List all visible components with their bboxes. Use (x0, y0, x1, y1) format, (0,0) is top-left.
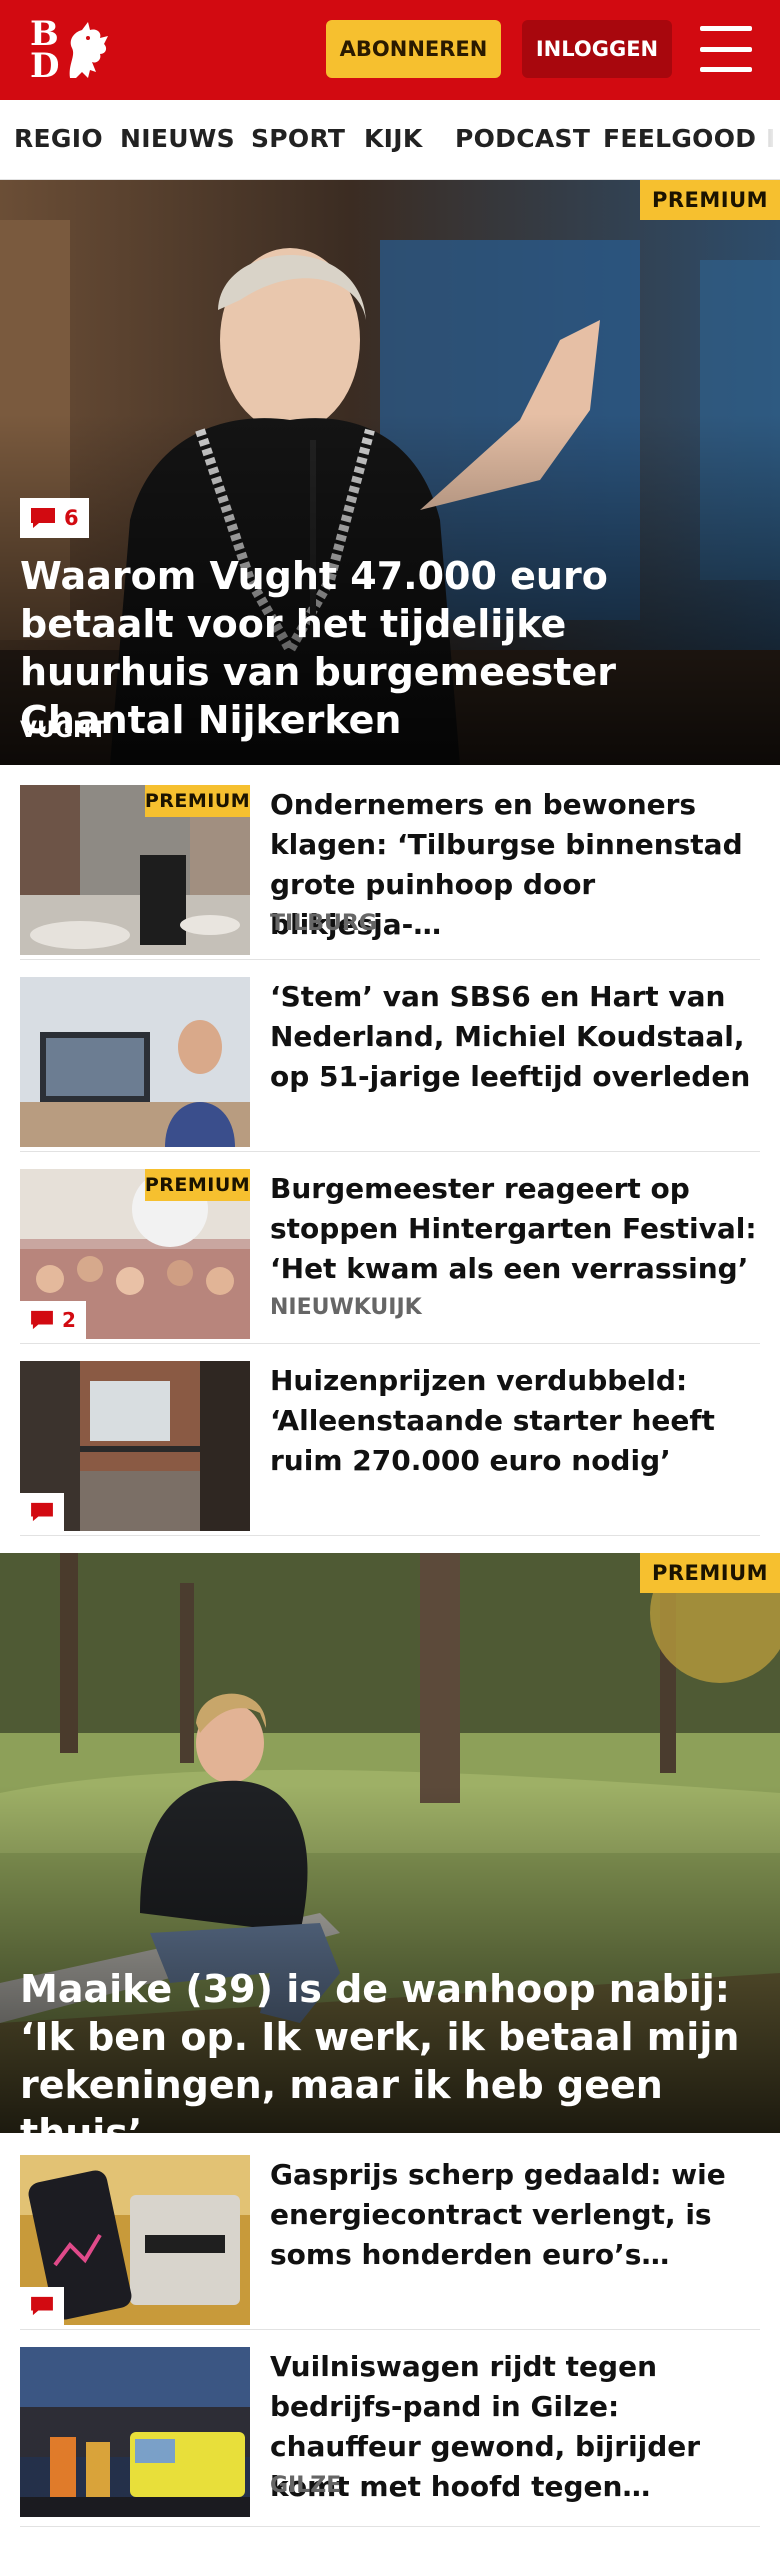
hero-title[interactable]: Waarom Vught 47.000 euro betaalt voor he… (20, 552, 760, 744)
premium-badge: PREMIUM (145, 1169, 250, 1201)
article-thumbnail (20, 1361, 250, 1531)
article-thumbnail: PREMIUM 2 (20, 1169, 250, 1339)
premium-badge: PREMIUM (145, 785, 250, 817)
premium-badge: PREMIUM (640, 1553, 780, 1593)
logo-letter-d: D (30, 46, 60, 86)
nav-item-feelgood[interactable]: FEELGOOD (603, 124, 756, 153)
hero-location-tag: VUGHT (20, 718, 107, 743)
article-thumbnail: PREMIUM (20, 785, 250, 955)
nav-item-regio[interactable]: REGIO (14, 124, 103, 153)
hero-title[interactable]: Maaike (39) is de wanhoop nabij: ‘Ik ben… (20, 1965, 760, 2133)
list-item[interactable]: Gasprijs scherp gedaald: wie energiecont… (20, 2155, 760, 2330)
section-nav: REGIO NIEUWS SPORT KIJK PODCAST FEELGOOD… (0, 100, 780, 180)
nav-item-kijk[interactable]: KIJK (364, 124, 423, 153)
article-title[interactable]: Huizenprijzen verdubbeld: ‘Alleenstaande… (270, 1361, 760, 1481)
list-item[interactable]: ‘Stem’ van SBS6 en Hart van Nederland, M… (20, 977, 760, 1152)
article-location-tag: NIEUWKUIJK (270, 1295, 422, 1320)
site-header: B D ABONNEREN INLOGGEN (0, 0, 780, 100)
comment-count-value: 2 (62, 1308, 76, 1332)
article-thumbnail (20, 2155, 250, 2325)
list-item[interactable]: PREMIUM 2 Burgemeester reageert op stopp… (20, 1169, 760, 1344)
nav-fade (752, 100, 780, 179)
article-thumbnail (20, 2347, 250, 2517)
comment-icon (31, 2296, 53, 2316)
article-location-tag: GILZE (270, 2473, 342, 2498)
article-title[interactable]: Gasprijs scherp gedaald: wie energiecont… (270, 2155, 760, 2275)
list-item[interactable]: Huizenprijzen verdubbeld: ‘Alleenstaande… (20, 1361, 760, 1536)
hero-article-2[interactable]: PREMIUM Maaike (39) is de wanhoop nabij:… (0, 1553, 780, 2133)
hamburger-menu-icon[interactable] (700, 26, 752, 72)
article-title[interactable]: Burgemeester reageert op stoppen Hinterg… (270, 1169, 760, 1289)
article-location-tag: TILBURG (270, 911, 377, 936)
hero-article-1[interactable]: PREMIUM 6 Waarom Vught 47.000 euro betaa… (0, 180, 780, 765)
premium-badge: PREMIUM (640, 180, 780, 220)
comment-count[interactable] (20, 2287, 64, 2325)
comment-count-value: 6 (64, 506, 79, 530)
comment-count[interactable]: 2 (20, 1301, 86, 1339)
list-item[interactable]: PREMIUM Ondernemers en bewoners klagen: … (20, 785, 760, 960)
comment-count[interactable] (20, 1493, 64, 1531)
comment-icon (31, 1310, 53, 1330)
login-button[interactable]: INLOGGEN (522, 20, 672, 78)
comment-icon (31, 1502, 53, 1522)
dragon-icon (69, 22, 108, 78)
article-title[interactable]: ‘Stem’ van SBS6 en Hart van Nederland, M… (270, 977, 760, 1097)
article-title[interactable]: Vuilniswagen rijdt tegen bedrijfs-pand i… (270, 2347, 760, 2507)
nav-item-podcast[interactable]: PODCAST (455, 124, 590, 153)
list-item[interactable]: Vuilniswagen rijdt tegen bedrijfs-pand i… (20, 2347, 760, 2527)
subscribe-button[interactable]: ABONNEREN (326, 20, 501, 78)
comment-icon (31, 508, 55, 528)
article-thumbnail (20, 977, 250, 1147)
nav-item-sport[interactable]: SPORT (251, 124, 345, 153)
nav-item-nieuws[interactable]: NIEUWS (120, 124, 235, 153)
bd-logo[interactable]: B D (26, 16, 116, 86)
comment-count[interactable]: 6 (20, 498, 89, 538)
